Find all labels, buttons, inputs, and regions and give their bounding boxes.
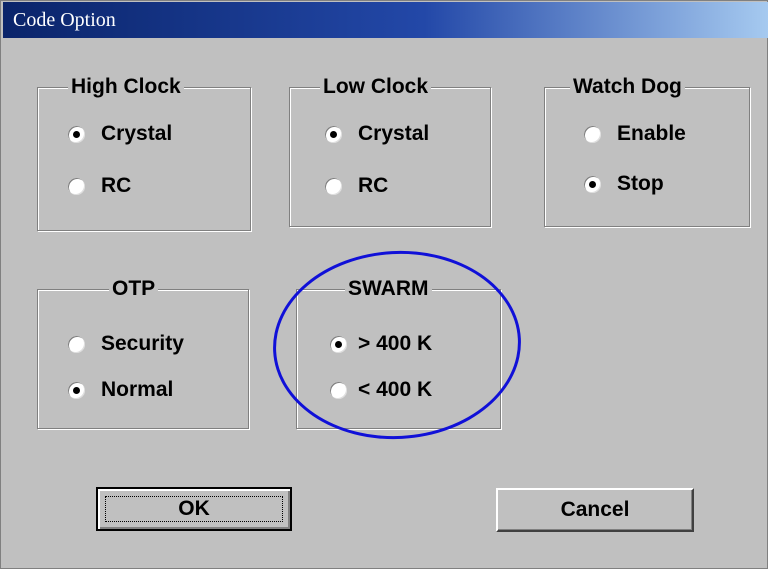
cancel-button[interactable]: Cancel: [496, 488, 694, 532]
option-label: Enable: [617, 122, 686, 145]
option-label: < 400 K: [358, 378, 433, 401]
focus-rectangle: [105, 496, 283, 522]
watch-dog-label: Watch Dog: [570, 73, 685, 101]
radio-circle-icon: [67, 334, 86, 354]
radio-selected-dot: [73, 130, 80, 138]
code-option-dialog: Code Option High Clock Crystal RC Low Cl…: [0, 0, 768, 569]
low-clock-label: Low Clock: [320, 73, 432, 101]
radio-circle-icon: [324, 124, 343, 144]
option-label: Stop: [617, 172, 664, 195]
ok-button[interactable]: OK: [96, 487, 292, 531]
swarm-below-400k-radio[interactable]: < 400 K: [329, 378, 432, 402]
watch-dog-stop-radio[interactable]: Stop: [583, 172, 664, 196]
radio-circle-icon: [67, 124, 86, 144]
otp-group: OTP Security Normal: [37, 275, 249, 429]
high-clock-group: High Clock Crystal RC: [37, 73, 251, 231]
window-title: Code Option: [13, 9, 116, 31]
otp-security-radio[interactable]: Security: [67, 332, 184, 356]
low-clock-rc-radio[interactable]: RC: [324, 174, 388, 198]
high-clock-crystal-radio[interactable]: Crystal: [67, 122, 172, 146]
radio-selected-dot: [73, 386, 80, 394]
option-label: Normal: [101, 378, 174, 401]
otp-normal-radio[interactable]: Normal: [67, 378, 173, 402]
low-clock-crystal-radio[interactable]: Crystal: [324, 122, 429, 146]
high-clock-rc-radio[interactable]: RC: [67, 174, 131, 198]
radio-circle-icon: [583, 174, 602, 194]
option-label: Crystal: [101, 122, 173, 145]
swarm-group: SWARM > 400 K < 400 K: [296, 275, 501, 429]
swarm-above-400k-radio[interactable]: > 400 K: [329, 332, 432, 356]
option-label: > 400 K: [358, 332, 433, 355]
radio-circle-icon: [329, 380, 348, 400]
radio-circle-icon: [329, 334, 348, 354]
radio-selected-dot: [330, 130, 337, 138]
radio-circle-icon: [324, 176, 343, 196]
watch-dog-enable-radio[interactable]: Enable: [583, 122, 686, 146]
high-clock-label: High Clock: [68, 73, 184, 101]
radio-circle-icon: [67, 380, 86, 400]
low-clock-group: Low Clock Crystal RC: [289, 73, 491, 227]
watch-dog-group: Watch Dog Enable Stop: [544, 73, 750, 227]
option-label: RC: [101, 174, 132, 197]
option-label: RC: [358, 174, 389, 197]
radio-circle-icon: [67, 176, 86, 196]
radio-selected-dot: [335, 340, 342, 348]
radio-selected-dot: [589, 180, 596, 188]
otp-label: OTP: [109, 275, 159, 303]
option-label: Security: [101, 332, 184, 355]
option-label: Crystal: [358, 122, 430, 145]
radio-circle-icon: [583, 124, 602, 144]
title-bar[interactable]: Code Option: [3, 2, 768, 38]
cancel-button-label: Cancel: [560, 498, 630, 521]
swarm-label: SWARM: [345, 275, 432, 303]
